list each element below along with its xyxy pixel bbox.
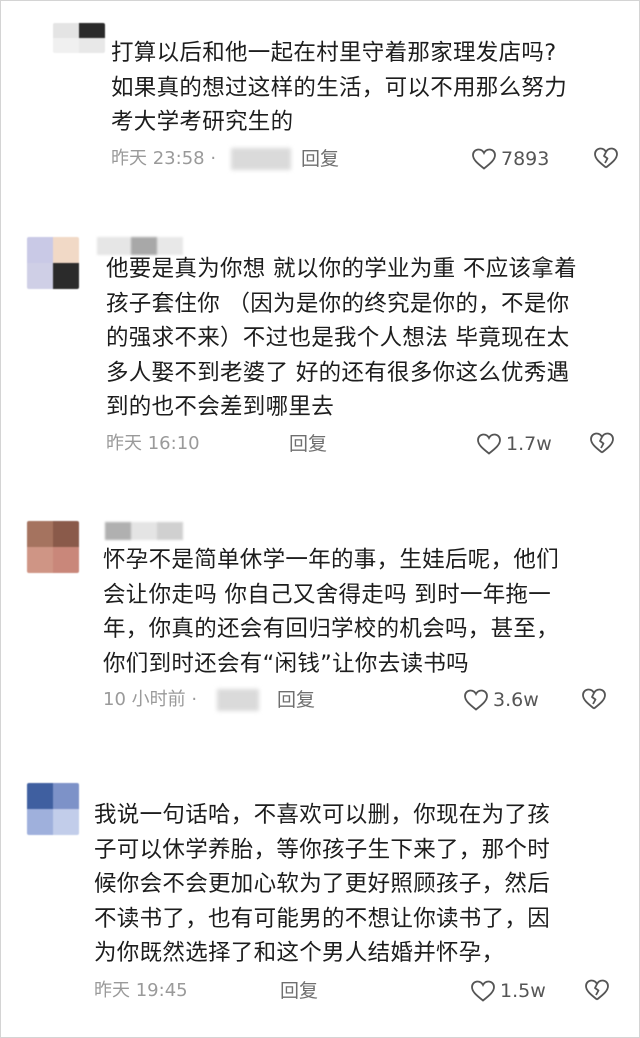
like-count: 3.6w bbox=[493, 689, 539, 711]
avatar-blurred[interactable] bbox=[27, 521, 79, 573]
like-button[interactable]: 1.7w bbox=[476, 429, 552, 459]
reply-button[interactable]: 回复 bbox=[289, 429, 327, 459]
comment-meta: 昨天 19:45 回复 1.5w bbox=[94, 976, 621, 1006]
username-blurred[interactable] bbox=[105, 522, 183, 540]
broken-heart-icon bbox=[585, 979, 609, 1001]
like-button[interactable]: 3.6w bbox=[463, 685, 539, 715]
avatar-blurred[interactable] bbox=[27, 783, 79, 835]
comment-time: 昨天 19:45 bbox=[94, 980, 188, 1001]
comment-text: 怀孕不是简单休学一年的事，生娃后呢，他们 会让你走吗 你自己又舍得走吗 到时一年… bbox=[103, 547, 560, 677]
comment-text: 我说一句话哈，不喜欢可以删，你现在为了孩 子可以休学养胎，等你孩子生下来了，那个… bbox=[94, 802, 551, 966]
comment-time: 昨天 23:58 · bbox=[111, 148, 217, 169]
like-count: 1.7w bbox=[506, 433, 552, 455]
comment-text: 他要是真为你想 就以你的学业为重 不应该拿着 孩子套住你 （因为是你的终究是你的… bbox=[106, 256, 577, 420]
broken-heart-icon bbox=[594, 147, 618, 169]
dislike-button[interactable] bbox=[593, 146, 619, 175]
avatar-blurred[interactable] bbox=[53, 23, 105, 53]
reply-button[interactable]: 回复 bbox=[277, 685, 315, 715]
broken-heart-icon bbox=[582, 688, 606, 710]
heart-outline-icon bbox=[464, 689, 488, 711]
reply-button[interactable]: 回复 bbox=[280, 976, 318, 1006]
heart-outline-icon bbox=[472, 148, 496, 170]
dislike-button[interactable] bbox=[589, 431, 615, 460]
like-button[interactable]: 1.5w bbox=[470, 976, 546, 1006]
dislike-button[interactable] bbox=[581, 687, 607, 716]
like-button[interactable]: 7893 bbox=[471, 144, 549, 174]
dislike-button[interactable] bbox=[584, 978, 610, 1007]
like-count: 1.5w bbox=[500, 980, 546, 1002]
comment-meta: 昨天 16:10 回复 1.7w bbox=[106, 429, 621, 459]
comment-list: 打算以后和他一起在村里守着那家理发店吗? 如果真的想过这样的生活，可以不用那么努… bbox=[0, 0, 640, 1038]
avatar-blurred[interactable] bbox=[27, 237, 79, 289]
comment-time: 10 小时前 · bbox=[103, 689, 198, 710]
comment-text: 打算以后和他一起在村里守着那家理发店吗? 如果真的想过这样的生活，可以不用那么努… bbox=[111, 40, 568, 135]
heart-outline-icon bbox=[477, 433, 501, 455]
comment-time: 昨天 16:10 bbox=[106, 433, 200, 454]
heart-outline-icon bbox=[471, 980, 495, 1002]
comment-meta: 10 小时前 · 回复 3.6w bbox=[103, 685, 621, 715]
like-count: 7893 bbox=[501, 148, 550, 170]
location-blurred bbox=[217, 689, 259, 711]
location-blurred bbox=[231, 148, 291, 170]
reply-button[interactable]: 回复 bbox=[301, 144, 339, 174]
comment-meta: 昨天 23:58 · 回复 7893 bbox=[111, 144, 621, 174]
broken-heart-icon bbox=[590, 432, 614, 454]
